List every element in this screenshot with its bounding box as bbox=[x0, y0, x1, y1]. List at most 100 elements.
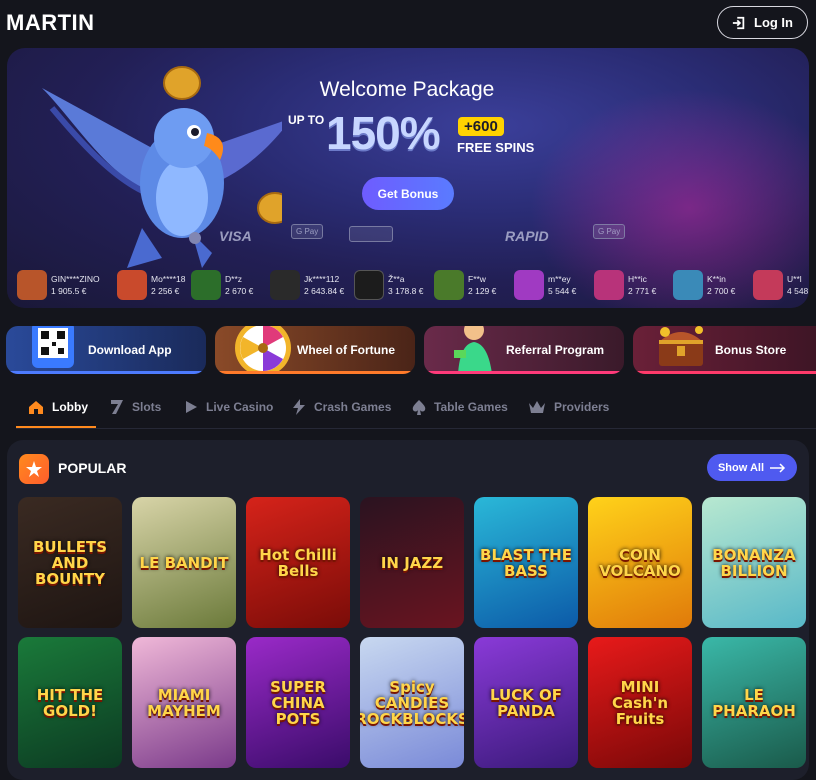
game-tile[interactable]: BULLETS AND BOUNTY bbox=[18, 497, 122, 628]
winner-amount: 2 643.84 € bbox=[304, 286, 345, 296]
winner-item[interactable]: K**in 2 700 € bbox=[673, 267, 735, 303]
tab-table-games[interactable]: Table Games bbox=[412, 392, 508, 422]
play-icon bbox=[186, 401, 197, 413]
game-tile[interactable]: HIT THE GOLD! bbox=[18, 637, 122, 768]
recent-winners-ticker: GIN****ZINO 1 905.5 € Mo****18 2 256 € D**… bbox=[7, 262, 809, 308]
winner-name: m**ey bbox=[548, 274, 571, 284]
wheel-of-fortune-card[interactable]: Wheel of Fortune bbox=[215, 326, 415, 374]
game-title: BLAST THE BASS bbox=[480, 545, 572, 580]
banner-percent: 150% bbox=[326, 107, 441, 159]
game-tile[interactable]: LE BANDIT bbox=[132, 497, 236, 628]
winner-item[interactable]: m**ey 5 544 € bbox=[514, 267, 576, 303]
tab-live-casino[interactable]: Live Casino bbox=[184, 392, 273, 422]
home-icon bbox=[29, 401, 43, 414]
game-tile[interactable]: IN JAZZ bbox=[360, 497, 464, 628]
game-title: COIN VOLCANO bbox=[599, 545, 681, 580]
game-tile[interactable]: BLAST THE BASS bbox=[474, 497, 578, 628]
popular-section: POPULAR Show All BULLETS AND BOUNTY LE B… bbox=[7, 440, 809, 780]
game-tile[interactable]: COIN VOLCANO bbox=[588, 497, 692, 628]
welcome-banner[interactable]: Welcome Package UP TO 150% +600 FREE SPI… bbox=[7, 48, 809, 308]
promo-label: Download App bbox=[88, 343, 172, 357]
promo-accent bbox=[6, 371, 206, 374]
winner-game-thumb bbox=[270, 270, 300, 300]
winner-item[interactable]: GIN****ZINO 1 905.5 € bbox=[17, 267, 100, 303]
referral-program-card[interactable]: Referral Program bbox=[424, 326, 624, 374]
game-tile[interactable]: Spicy CANDIES ROCKBLOCKS bbox=[360, 637, 464, 768]
gpay-logo-2: G Pay bbox=[593, 224, 626, 239]
game-title: LUCK OF PANDA bbox=[489, 685, 563, 720]
winner-item[interactable]: H**ic 2 771 € bbox=[594, 267, 656, 303]
tab-providers[interactable]: Providers bbox=[528, 392, 609, 422]
winner-game-thumb bbox=[594, 270, 624, 300]
promo-label: Wheel of Fortune bbox=[297, 343, 395, 357]
referral-person-icon bbox=[454, 326, 492, 374]
game-tile[interactable]: LE PHARAOH bbox=[702, 637, 806, 768]
winner-name: Ž**a bbox=[388, 274, 405, 284]
promo-accent bbox=[215, 371, 415, 374]
winner-amount: 2 256 € bbox=[151, 286, 180, 296]
winner-amount: 1 905.5 € bbox=[51, 286, 87, 296]
game-tile[interactable]: MINI Cash'n Fruits bbox=[588, 637, 692, 768]
winner-item[interactable]: D**z 2 670 € bbox=[191, 267, 253, 303]
section-title: POPULAR bbox=[58, 460, 127, 476]
winner-item[interactable]: Mo****18 2 256 € bbox=[117, 267, 186, 303]
tab-crash-games[interactable]: Crash Games bbox=[292, 392, 391, 422]
winner-game-thumb bbox=[753, 270, 783, 300]
game-tile[interactable]: LUCK OF PANDA bbox=[474, 637, 578, 768]
download-app-card[interactable]: Download App bbox=[6, 326, 206, 374]
login-button[interactable]: Log In bbox=[717, 6, 808, 39]
game-title: BULLETS AND BOUNTY bbox=[32, 537, 107, 588]
tab-slots[interactable]: Slots bbox=[110, 392, 161, 422]
winner-name: K**in bbox=[707, 274, 726, 284]
tab-lobby[interactable]: Lobby bbox=[28, 392, 88, 422]
winner-amount: 2 700 € bbox=[707, 286, 736, 296]
promo-label: Referral Program bbox=[506, 343, 605, 357]
winner-name: H**ic bbox=[628, 274, 647, 284]
winner-game-thumb bbox=[673, 270, 703, 300]
winner-item[interactable]: F**w 2 129 € bbox=[434, 267, 496, 303]
show-all-button[interactable]: Show All bbox=[707, 454, 797, 481]
show-all-label: Show All bbox=[717, 461, 765, 474]
winner-game-thumb bbox=[434, 270, 464, 300]
winner-amount: 2 129 € bbox=[468, 286, 497, 296]
get-bonus-button[interactable]: Get Bonus bbox=[362, 177, 454, 210]
game-tile[interactable]: Hot Chilli Bells bbox=[246, 497, 350, 628]
winner-amount: 2 670 € bbox=[225, 286, 254, 296]
logo[interactable]: MARTIN bbox=[6, 10, 95, 36]
tab-label: Providers bbox=[554, 400, 610, 414]
top-bar: MARTIN Log In bbox=[0, 0, 816, 46]
winner-name: Jk****112 bbox=[304, 274, 340, 284]
payment-dot-icon bbox=[189, 232, 201, 244]
banner-upto: UP TO bbox=[288, 113, 325, 127]
bonus-store-card[interactable]: Bonus Store bbox=[633, 326, 816, 374]
winner-amount: 4 548 bbox=[787, 286, 809, 296]
winner-name: F**w bbox=[468, 274, 486, 284]
wheel-icon bbox=[235, 326, 291, 374]
winner-item[interactable]: Ž**a 3 178.8 € bbox=[354, 267, 423, 303]
promo-label: Bonus Store bbox=[715, 343, 787, 357]
banner-free-spins: FREE SPINS bbox=[457, 140, 535, 155]
seven-icon bbox=[111, 400, 123, 414]
payment-methods: VISA G Pay RAPID G Pay bbox=[187, 224, 627, 248]
game-title: BONANZA BILLION bbox=[712, 545, 796, 580]
active-tab-indicator bbox=[16, 426, 96, 428]
promo-cards: Download App Wheel of Fortune Referral P… bbox=[6, 326, 816, 374]
game-tile[interactable]: BONANZA BILLION bbox=[702, 497, 806, 628]
winner-game-thumb bbox=[354, 270, 384, 300]
category-tabs: Lobby Slots Live Casino Crash Games Tabl… bbox=[16, 392, 816, 429]
winner-game-thumb bbox=[191, 270, 221, 300]
gpay-logo: G Pay bbox=[291, 224, 324, 239]
game-tile[interactable]: MIAMI MAYHEM bbox=[132, 637, 236, 768]
game-tile[interactable]: SUPER CHINA POTS bbox=[246, 637, 350, 768]
banner-title: Welcome Package bbox=[319, 78, 495, 101]
tabs-divider bbox=[16, 428, 816, 429]
winner-amount: 5 544 € bbox=[548, 286, 577, 296]
lightning-icon bbox=[293, 399, 305, 415]
winner-item[interactable]: U**l 4 548 bbox=[753, 267, 808, 303]
winner-name: GIN****ZINO bbox=[51, 274, 100, 284]
winner-item[interactable]: Jk****112 2 643.84 € bbox=[270, 267, 344, 303]
winner-game-thumb bbox=[514, 270, 544, 300]
game-title: LE PHARAOH bbox=[712, 685, 796, 720]
game-title: HIT THE GOLD! bbox=[36, 685, 104, 720]
tab-label: Crash Games bbox=[314, 400, 392, 414]
